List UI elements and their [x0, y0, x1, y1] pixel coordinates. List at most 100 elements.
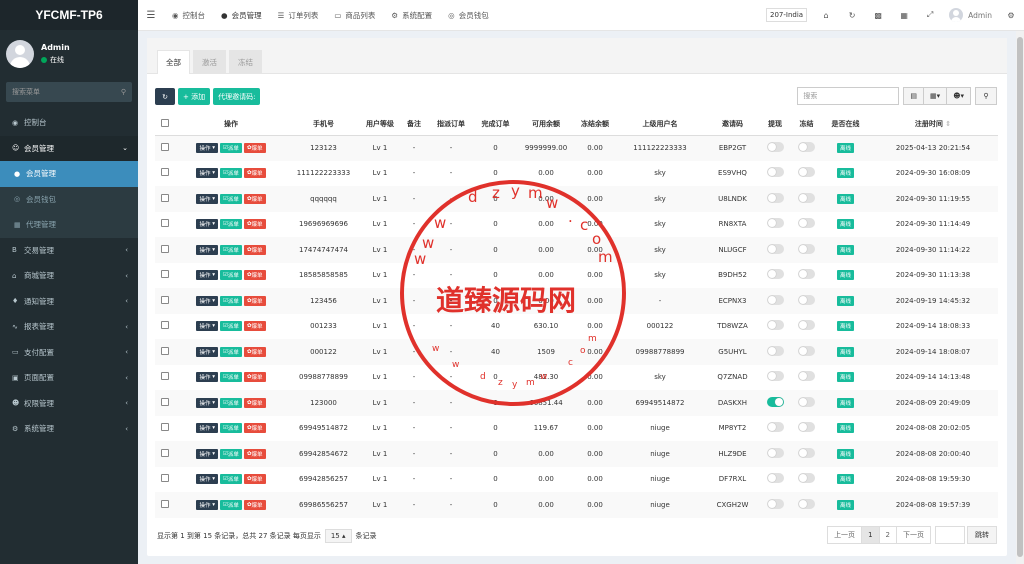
- row-checkbox[interactable]: [161, 270, 169, 279]
- sidebar-item-member-manage[interactable]: ● 会员管理: [0, 161, 138, 187]
- page-scrollbar[interactable]: [1016, 31, 1024, 564]
- row-checkbox[interactable]: [161, 193, 169, 202]
- tab-member-wallet[interactable]: ◎ 会员钱包: [440, 0, 497, 31]
- withdraw-toggle[interactable]: [766, 447, 784, 458]
- assign-order-button[interactable]: ☑ 派单: [219, 168, 242, 179]
- refresh-icon[interactable]: ↻: [839, 11, 865, 20]
- freeze-toggle[interactable]: [798, 320, 815, 331]
- freeze-toggle[interactable]: [798, 422, 815, 433]
- col-done[interactable]: 完成订单: [474, 113, 517, 136]
- sidebar-item-system[interactable]: ⚙ 系统管理 ‹: [0, 416, 138, 442]
- row-checkbox[interactable]: [161, 295, 169, 304]
- col-freeze[interactable]: 冻结: [790, 113, 823, 136]
- row-checkbox[interactable]: [161, 219, 169, 228]
- withdraw-toggle[interactable]: [766, 269, 784, 280]
- sidebar-item-dashboard[interactable]: ◉ 控制台: [0, 110, 138, 136]
- page-jump-input[interactable]: [935, 526, 965, 544]
- col-online[interactable]: 是否在线: [823, 113, 868, 136]
- home-icon[interactable]: ⌂: [813, 11, 839, 20]
- burst-order-button[interactable]: ✿ 爆单: [243, 448, 266, 459]
- translate-icon[interactable]: ▦: [891, 11, 917, 20]
- tab-product-list[interactable]: ▭ 商品列表: [326, 0, 383, 31]
- assign-order-button[interactable]: ☑ 派单: [219, 397, 242, 408]
- withdraw-toggle[interactable]: [766, 320, 784, 331]
- assign-order-button[interactable]: ☑ 派单: [219, 295, 242, 306]
- language-select[interactable]: 207-India: [766, 8, 808, 22]
- freeze-toggle[interactable]: [798, 371, 815, 382]
- trash-icon[interactable]: ▩: [865, 11, 891, 20]
- burst-order-button[interactable]: ✿ 爆单: [243, 372, 266, 383]
- sidebar-item-trade[interactable]: B 交易管理 ‹: [0, 238, 138, 264]
- sidebar-item-permission[interactable]: ☻ 权限管理 ‹: [0, 391, 138, 417]
- freeze-toggle[interactable]: [798, 294, 815, 305]
- withdraw-toggle[interactable]: [766, 294, 784, 305]
- row-checkbox[interactable]: [161, 423, 169, 432]
- row-ops-menu-button[interactable]: 操作 ▾: [196, 372, 218, 383]
- menu-toggle-icon[interactable]: ☰: [138, 10, 164, 21]
- tab-dashboard[interactable]: ◉ 控制台: [164, 0, 213, 31]
- freeze-toggle[interactable]: [798, 498, 815, 509]
- assign-order-button[interactable]: ☑ 派单: [219, 143, 242, 153]
- col-assign[interactable]: 指派订单: [428, 113, 474, 136]
- withdraw-toggle[interactable]: [766, 142, 784, 152]
- row-ops-menu-button[interactable]: 操作 ▾: [196, 423, 218, 434]
- header-user-menu[interactable]: Admin: [943, 8, 998, 22]
- freeze-toggle[interactable]: [798, 142, 815, 152]
- row-ops-menu-button[interactable]: 操作 ▾: [196, 219, 218, 230]
- freeze-toggle[interactable]: [798, 167, 815, 178]
- row-checkbox[interactable]: [161, 168, 169, 177]
- burst-order-button[interactable]: ✿ 爆单: [243, 397, 266, 408]
- col-frozen[interactable]: 冻结余额: [575, 113, 615, 136]
- burst-order-button[interactable]: ✿ 爆单: [243, 346, 266, 357]
- withdraw-toggle[interactable]: [766, 167, 784, 178]
- invite-code-button[interactable]: 代理邀请码:: [213, 88, 261, 105]
- assign-order-button[interactable]: ☑ 派单: [219, 346, 242, 357]
- row-checkbox[interactable]: [161, 499, 169, 508]
- app-logo[interactable]: YFCMF-TP6: [0, 0, 138, 30]
- freeze-toggle[interactable]: [798, 447, 815, 458]
- row-ops-menu-button[interactable]: 操作 ▾: [196, 244, 218, 255]
- withdraw-toggle[interactable]: [766, 243, 784, 254]
- burst-order-button[interactable]: ✿ 爆单: [243, 423, 266, 434]
- burst-order-button[interactable]: ✿ 爆单: [243, 143, 266, 153]
- tab-member-manage[interactable]: ● 会员管理: [213, 0, 270, 31]
- freeze-toggle[interactable]: [798, 345, 815, 356]
- row-ops-menu-button[interactable]: 操作 ▾: [196, 295, 218, 306]
- assign-order-button[interactable]: ☑ 派单: [219, 193, 242, 204]
- row-ops-menu-button[interactable]: 操作 ▾: [196, 193, 218, 204]
- settings-icon[interactable]: ⚙: [998, 11, 1024, 20]
- row-ops-menu-button[interactable]: 操作 ▾: [196, 448, 218, 459]
- burst-order-button[interactable]: ✿ 爆单: [243, 219, 266, 230]
- tab-order-list[interactable]: ☰ 订单列表: [270, 0, 327, 31]
- assign-order-button[interactable]: ☑ 派单: [219, 244, 242, 255]
- assign-order-button[interactable]: ☑ 派单: [219, 499, 242, 510]
- sidebar-item-page[interactable]: ▣ 页面配置 ‹: [0, 365, 138, 391]
- freeze-toggle[interactable]: [798, 243, 815, 254]
- assign-order-button[interactable]: ☑ 派单: [219, 321, 242, 332]
- fullscreen-icon[interactable]: ⤢: [917, 10, 943, 20]
- freeze-toggle[interactable]: [798, 473, 815, 484]
- col-level[interactable]: 用户等级: [360, 113, 400, 136]
- row-ops-menu-button[interactable]: 操作 ▾: [196, 499, 218, 510]
- col-note[interactable]: 备注: [400, 113, 428, 136]
- row-ops-menu-button[interactable]: 操作 ▾: [196, 270, 218, 281]
- assign-order-button[interactable]: ☑ 派单: [219, 219, 242, 230]
- col-code[interactable]: 邀请码: [705, 113, 760, 136]
- sidebar-item-member-wallet[interactable]: ◎ 会员钱包: [0, 186, 138, 212]
- assign-order-button[interactable]: ☑ 派单: [219, 372, 242, 383]
- menu-search-input[interactable]: 搜索菜单 ⚲: [6, 82, 132, 102]
- withdraw-toggle[interactable]: [766, 396, 784, 407]
- row-checkbox[interactable]: [161, 321, 169, 330]
- tab-system-config[interactable]: ⚙ 系统配置: [383, 0, 440, 31]
- burst-order-button[interactable]: ✿ 爆单: [243, 474, 266, 485]
- row-ops-menu-button[interactable]: 操作 ▾: [196, 321, 218, 332]
- assign-order-button[interactable]: ☑ 派单: [219, 423, 242, 434]
- freeze-toggle[interactable]: [798, 218, 815, 229]
- freeze-toggle[interactable]: [798, 396, 815, 407]
- burst-order-button[interactable]: ✿ 爆单: [243, 295, 266, 306]
- page-2-button[interactable]: 2: [879, 526, 897, 544]
- add-button[interactable]: + 添加: [178, 88, 211, 105]
- tab-active[interactable]: 激活: [193, 50, 226, 74]
- sidebar-item-report[interactable]: ∿ 报表管理 ‹: [0, 314, 138, 340]
- row-checkbox[interactable]: [161, 397, 169, 406]
